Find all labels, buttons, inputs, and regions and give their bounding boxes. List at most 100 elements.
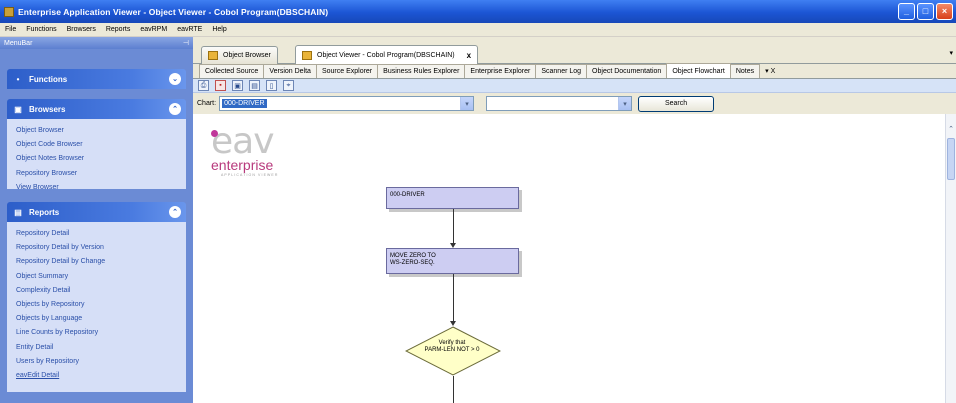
eav-logo: eav enterprise APPLICATION VIEWER [211, 121, 279, 177]
menu-eavrpm[interactable]: eavRPM [135, 26, 172, 33]
menu-help[interactable]: Help [207, 26, 231, 33]
group-reports[interactable]: ▤ Reports ⌃ [7, 202, 186, 222]
menu-bar: File Functions Browsers Reports eavRPM e… [0, 23, 956, 37]
flow-decision-line2: PARM-LEN NOT > 0 [424, 347, 480, 353]
logo-dot [211, 130, 218, 137]
chart-selected-value: 000-DRIVER [222, 99, 267, 108]
browsers-icon: ▣ [14, 104, 22, 114]
menubar-pane-header: MenuBar ⊣ [0, 37, 193, 49]
tab-list-controls[interactable]: ▾ X [765, 67, 775, 75]
link-objects-by-repository[interactable]: Objects by Repository [16, 298, 177, 312]
window-controls: _ □ × [898, 3, 953, 20]
logo-word: eav [211, 121, 275, 162]
print-icon[interactable]: ⎙ [198, 80, 209, 91]
link-eavedit-detail[interactable]: eavEdit Detail [16, 369, 177, 383]
scroll-up-icon[interactable]: ⌃ [946, 124, 956, 134]
tab-source-explorer[interactable]: Source Explorer [315, 64, 379, 78]
title-bar: Enterprise Application Viewer - Object V… [0, 0, 956, 23]
export-image-icon[interactable]: ▣ [232, 80, 243, 91]
tab-object-flowchart[interactable]: Object Flowchart [666, 63, 731, 78]
secondary-select[interactable]: ▾ [486, 96, 633, 111]
pin-icon[interactable]: ⊣ [183, 39, 189, 47]
reports-icon: ▤ [14, 207, 22, 217]
window-title: Enterprise Application Viewer - Object V… [18, 6, 329, 17]
chevron-down-icon[interactable]: ▾ [460, 97, 474, 110]
flow-node-driver[interactable]: 000-DRIVER [386, 187, 519, 209]
menu-file[interactable]: File [0, 26, 21, 33]
group-functions[interactable]: • Functions ⌄ [7, 69, 186, 89]
link-repository-detail-by-version[interactable]: Repository Detail by Version [16, 241, 177, 255]
flow-node-move[interactable]: MOVE ZERO TO WS-ZERO-SEQ. [386, 248, 519, 274]
folder-icon [208, 51, 218, 60]
fit-page-icon[interactable]: ▯ [266, 80, 277, 91]
logo-tagline: APPLICATION VIEWER [221, 173, 279, 177]
link-object-browser[interactable]: Object Browser [16, 124, 177, 138]
save-icon[interactable]: ▤ [249, 80, 260, 91]
link-object-summary[interactable]: Object Summary [16, 270, 177, 284]
menubar-pane: MenuBar ⊣ • Functions ⌄ ▣ Browsers ⌃ Obj… [0, 37, 193, 403]
flow-connector [453, 376, 454, 403]
link-complexity-detail[interactable]: Complexity Detail [16, 284, 177, 298]
chart-label: Chart: [197, 100, 217, 107]
group-browsers[interactable]: ▣ Browsers ⌃ [7, 99, 186, 119]
flow-node-text: 000-DRIVER [390, 192, 425, 198]
flow-node-text-line1: MOVE ZERO TO [390, 253, 436, 259]
tab-object-documentation[interactable]: Object Documentation [586, 64, 668, 78]
menu-functions[interactable]: Functions [21, 26, 61, 33]
flowchart-toolbar: ⎙ ▪ ▣ ▤ ▯ ⌖ [193, 79, 956, 93]
collapse-icon[interactable]: ⌃ [169, 103, 181, 115]
link-repository-detail-by-change[interactable]: Repository Detail by Change [16, 255, 177, 269]
link-repository-browser[interactable]: Repository Browser [16, 167, 177, 181]
logo-brand: enterprise [211, 157, 274, 173]
flowchart-canvas[interactable]: eav enterprise APPLICATION VIEWER [193, 114, 945, 403]
link-object-notes-browser[interactable]: Object Notes Browser [16, 152, 177, 166]
link-users-by-repository[interactable]: Users by Repository [16, 355, 177, 369]
flow-decision-text: Verify that PARM-LEN NOT > 0 [408, 340, 496, 354]
tab-object-browser[interactable]: Object Browser [201, 46, 278, 64]
app-icon [4, 6, 14, 17]
vertical-scrollbar[interactable]: ⌃ [945, 114, 956, 403]
tab-collected-source[interactable]: Collected Source [199, 64, 265, 78]
flow-decision-line1: Verify that [438, 340, 466, 346]
menu-browsers[interactable]: Browsers [62, 26, 101, 33]
expand-icon[interactable]: ⌄ [169, 73, 181, 85]
chevron-down-icon[interactable]: ▾ [618, 97, 632, 110]
viewer-tabs: Collected Source Version Delta Source Ex… [193, 63, 956, 79]
menubar-pane-title: MenuBar [4, 39, 33, 47]
app-window: Enterprise Application Viewer - Object V… [0, 0, 956, 403]
document-tabs: Object Browser Object Viewer - Cobol Pro… [193, 37, 956, 65]
link-entity-detail[interactable]: Entity Detail [16, 341, 177, 355]
tab-notes[interactable]: Notes [729, 64, 761, 78]
folder-icon [302, 51, 312, 60]
maximize-button[interactable]: □ [917, 3, 934, 20]
tab-version-delta[interactable]: Version Delta [263, 64, 317, 78]
close-tab-icon[interactable]: x [467, 51, 471, 60]
main-area: Object Browser Object Viewer - Cobol Pro… [193, 37, 956, 403]
link-line-counts-by-repository[interactable]: Line Counts by Repository [16, 326, 177, 340]
menu-reports[interactable]: Reports [101, 26, 136, 33]
pdf-icon[interactable]: ▪ [215, 80, 226, 91]
tab-label: Object Viewer - Cobol Program(DBSCHAIN) [317, 52, 455, 59]
minimize-button[interactable]: _ [898, 3, 915, 20]
menu-eavrte[interactable]: eavRTE [172, 26, 207, 33]
tab-object-viewer[interactable]: Object Viewer - Cobol Program(DBSCHAIN) … [295, 45, 479, 65]
zoom-icon[interactable]: ⌖ [283, 80, 294, 91]
flow-connector [453, 274, 454, 324]
link-object-code-browser[interactable]: Object Code Browser [16, 138, 177, 152]
group-functions-title: Functions [29, 74, 68, 84]
collapse-icon[interactable]: ⌃ [169, 206, 181, 218]
chart-selector-bar: Chart: 000-DRIVER ▾ ▾ Search [193, 93, 956, 114]
link-repository-detail[interactable]: Repository Detail [16, 227, 177, 241]
functions-icon: • [16, 74, 20, 84]
chart-select[interactable]: 000-DRIVER ▾ [219, 96, 475, 111]
link-objects-by-language[interactable]: Objects by Language [16, 312, 177, 326]
tab-label: Object Browser [223, 52, 271, 59]
close-button[interactable]: × [936, 3, 953, 20]
tab-scanner-log[interactable]: Scanner Log [535, 64, 588, 78]
tab-enterprise-explorer[interactable]: Enterprise Explorer [464, 64, 537, 78]
tab-menu-icon[interactable]: ▾ [949, 49, 953, 57]
scroll-thumb[interactable] [947, 138, 955, 180]
reports-list: Repository Detail Repository Detail by V… [7, 222, 186, 392]
search-button[interactable]: Search [638, 95, 715, 112]
tab-business-rules-explorer[interactable]: Business Rules Explorer [377, 64, 466, 78]
